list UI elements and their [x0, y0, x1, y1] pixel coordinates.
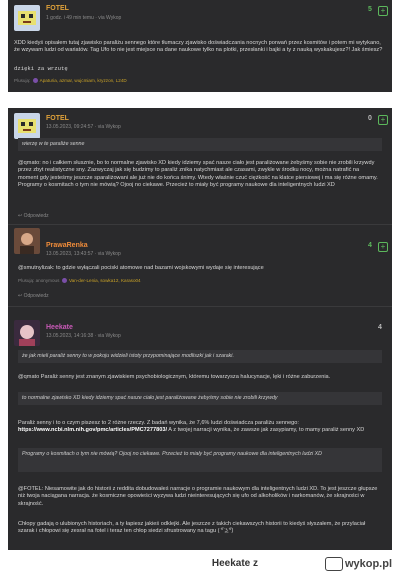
plus-icon[interactable]: + — [378, 242, 388, 252]
plus-icon[interactable]: + — [378, 6, 388, 16]
voters-list: Plusują: anonymous Van-der-Lenia, sowka1… — [18, 278, 141, 284]
comment-meta: 1 godz. i 49 min temu · via Wykop — [46, 15, 122, 21]
author-name[interactable]: FOTEL — [46, 115, 69, 122]
wykop-logo-icon — [324, 557, 343, 571]
comments-thread: FOTEL 13.05.2023, 09:24:57 · via Wykop 0… — [8, 108, 392, 550]
avatar[interactable] — [14, 228, 40, 254]
quote-block: że jak mieli paraliż senny to w pokoju w… — [18, 350, 382, 363]
footer-watermark: Heekate z wykop.pl — [0, 552, 400, 578]
voters-list: Plusują: Apaturia, azmar, wujcmiam, kryz… — [14, 78, 127, 84]
avatar[interactable] — [14, 320, 40, 346]
voters-names[interactable]: Van-der-Lenia, sowka12, Karaso04 — [69, 278, 141, 283]
footer-author-name: Heekate — [211, 558, 251, 569]
reply-label[interactable]: Odpowiedz — [24, 213, 49, 219]
comment-paragraph: @qmato Paraliż senny jest znanym zjawisk… — [18, 374, 331, 380]
avatar[interactable] — [14, 5, 40, 31]
reply-link[interactable]: ↩ Odpowiedz — [18, 293, 49, 299]
source-link[interactable]: https://www.ncbi.nlm.nih.gov/pmc/article… — [18, 427, 167, 433]
voters-names[interactable]: Apaturia, azmar, wujcmiam, kryzzon, L24D — [40, 78, 127, 83]
avatar-icon — [32, 78, 38, 84]
vote-count: 0 — [368, 115, 372, 122]
author-name[interactable]: FOTEL — [46, 5, 69, 12]
paragraph-text: Paraliż senny i to o czym piszesz to 2 r… — [18, 420, 299, 426]
divider — [8, 224, 392, 225]
voters-label: Plusują: anonymous — [18, 278, 60, 283]
plus-icon[interactable]: + — [378, 115, 388, 125]
comment-body-mono: dzięki za wrzutę — [14, 65, 68, 72]
wykop-brand: wykop.pl — [344, 557, 392, 570]
comment-meta: 13.05.2023, 14:16:38 · via Wykop — [46, 333, 121, 339]
comment-meta: 13.05.2023, 13:43:57 · via Wykop — [46, 251, 121, 257]
paragraph-text: A z twojej narracji wynika, że zawsze ja… — [168, 427, 365, 434]
avatar[interactable] — [14, 113, 40, 139]
comment-paragraph: Chłopy gadają o ulubionych historiach, a… — [18, 521, 366, 535]
footer-via: z — [253, 558, 258, 569]
vote-count: 4 — [368, 242, 372, 249]
comment-paragraph: Paraliż senny i to o czym piszesz to 2 r… — [18, 420, 380, 435]
comment-meta: 13.05.2023, 09:24:57 · via Wykop — [46, 124, 121, 130]
comment-body: @smutnylizak: to gdzie wyłączali pociski… — [18, 265, 264, 271]
author-name[interactable]: Heekate — [46, 324, 73, 331]
footer-author: Heekate z — [212, 558, 258, 569]
divider — [8, 306, 392, 307]
quote-block: wierzę w te paraliże senne — [18, 138, 382, 151]
quote-block: to normalne zjawisko XD kiedy idziemy sp… — [18, 392, 382, 405]
avatar-icon — [61, 278, 67, 284]
comment-card: FOTEL 1 godz. i 49 min temu · via Wykop … — [8, 0, 392, 92]
vote-count: 4 — [378, 324, 382, 331]
author-name[interactable]: PrawaRenka — [46, 242, 88, 249]
comment-paragraph: @FOTEL: Niesamowite jak do historii z re… — [18, 486, 378, 507]
reply-label[interactable]: Odpowiedz — [24, 293, 49, 299]
reply-link[interactable]: ↩ Odpowiedz — [18, 213, 49, 219]
wykop-logo: wykop.pl — [324, 557, 392, 571]
comment-body: XDD kiedyś opisałem tutaj zjawisko paral… — [14, 40, 383, 54]
voters-label: Plusują: — [14, 78, 31, 83]
vote-count: 5 — [368, 6, 372, 13]
comment-body: @qmato: no i całkiem słusznie, bo to nor… — [18, 160, 378, 189]
quote-block: Programy o kosmitach o tym nie mówią? Oj… — [18, 448, 382, 472]
